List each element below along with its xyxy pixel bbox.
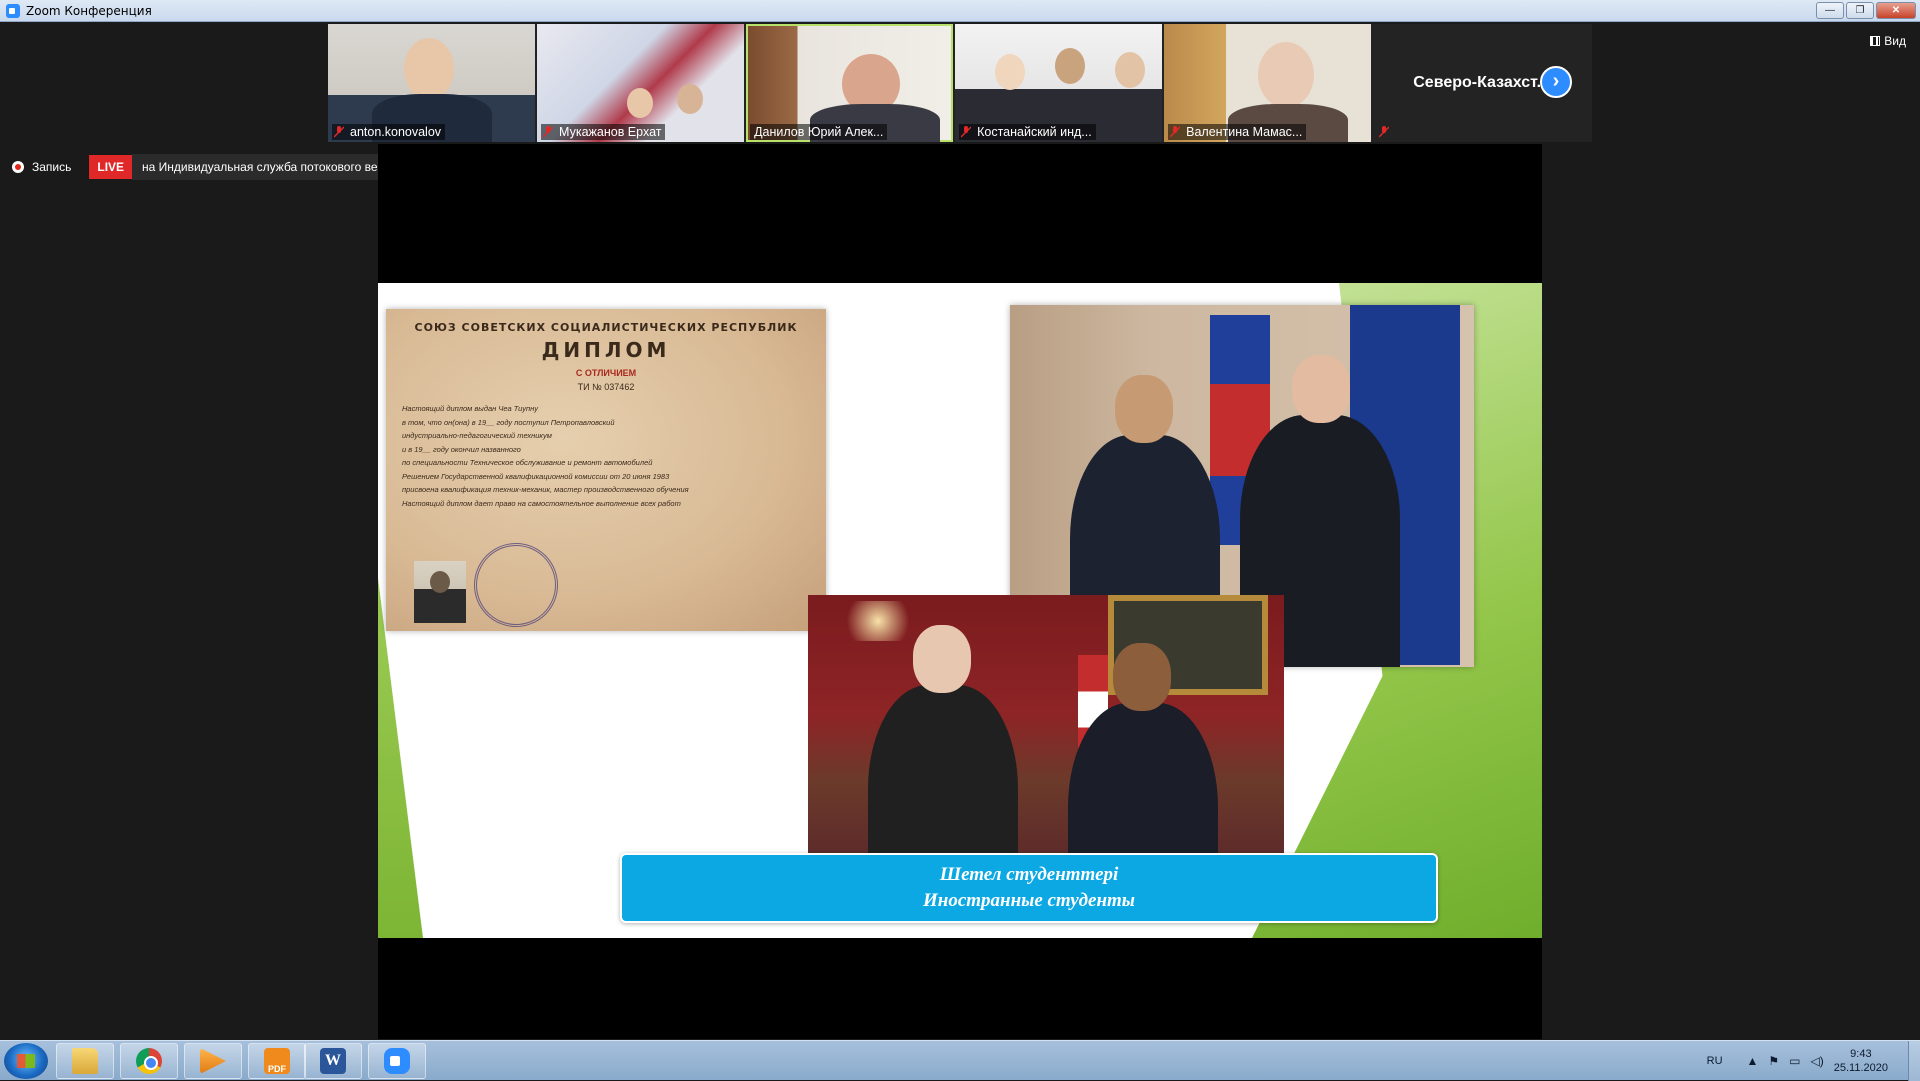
diploma-line: по специальности Техническое обслуживани… [402,458,653,467]
diploma-line: в том, что он(она) в 19__ году поступил … [402,417,615,427]
caption-line-kazakh: Шетел студенттері [939,864,1119,885]
diploma-image: СОЮЗ СОВЕТСКИХ СОЦИАЛИСТИЧЕСКИХ РЕСПУБЛИ… [386,309,826,631]
taskbar-file-explorer[interactable] [56,1043,114,1079]
caption-line-russian: Иностранные студенты [923,890,1135,911]
taskbar-media-player[interactable] [184,1043,242,1079]
participant-name: Мукажанов Ерхат [541,124,666,140]
participant-tile[interactable]: Костанайский инд... [955,24,1163,142]
participant-tile[interactable]: Валентина Мамас... [1164,24,1372,142]
clock[interactable]: 9:43 25.11.2020 [1834,1047,1888,1075]
person-suit [868,625,1018,861]
participant-name: Валентина Мамас... [1168,124,1307,140]
network-icon[interactable]: ▭ [1789,1054,1800,1068]
participant-video [995,54,1026,90]
volume-icon[interactable]: ◁) [1811,1054,1824,1068]
participant-tile[interactable]: anton.konovalov [328,24,536,142]
grid-view-icon [1870,36,1881,46]
mic-muted-icon [1379,126,1390,138]
participant-video-2 [677,84,704,114]
word-icon: W [320,1048,346,1074]
presentation-slide: СОЮЗ СОВЕТСКИХ СОЦИАЛИСТИЧЕСКИХ РЕСПУБЛИ… [378,283,1542,938]
diploma-line: Настоящий диплом выдан Чеа Тиупну [402,404,539,413]
diploma-line: Настоящий диплом дает право на самостоят… [402,498,681,508]
recording-bar: Запись LIVE на Индивидуальная служба пот… [12,154,440,180]
participant-name: Данилов Юрий Алек... [750,124,888,140]
action-center-flag-icon[interactable]: ⚑ [1768,1054,1779,1068]
close-button[interactable]: ✕ [1876,2,1916,19]
live-stream-label: на Индивидуальная служба потокового веща… [142,160,414,174]
window-title-bar: Zoom Конференция — ❐ ✕ [0,0,1920,22]
clock-time: 9:43 [1850,1048,1872,1060]
window-controls: — ❐ ✕ [1816,2,1916,19]
diploma-seal [474,543,558,627]
chrome-icon [136,1048,162,1074]
window-title: Zoom Конференция [26,3,152,18]
folder-icon [72,1048,98,1074]
mic-muted-icon [543,126,554,138]
participant-tile[interactable]: Мукажанов Ерхат [537,24,745,142]
participant-video-3 [1115,52,1146,88]
mic-muted-icon [334,126,344,138]
diploma-number: ТИ № 037462 [577,382,635,392]
diploma-line: индустриально-педагогический техникум [402,431,552,440]
view-button[interactable]: Вид [1870,34,1906,48]
diploma-line: присвоена квалификация техник-механик, м… [402,485,689,494]
diploma-line: и в 19__ году окончил названного [402,444,521,454]
taskbar-zoom[interactable] [368,1043,426,1079]
clock-date: 25.11.2020 [1833,1062,1888,1074]
person-uniform [1068,643,1218,861]
slide-green-decoration-left [378,578,423,938]
participant-video [627,88,654,118]
participant-tile-active-speaker[interactable]: Данилов Юрий Алек... [746,24,954,142]
participant-video-2 [1055,48,1086,84]
zoom-app-icon [6,3,20,18]
gallery-next-page-button[interactable]: › [1540,66,1572,98]
maximize-button[interactable]: ❐ [1846,2,1874,19]
recording-icon [12,161,24,173]
participant-gallery-strip: anton.konovalov Мукажанов Ерхат Данилов … [328,24,1592,142]
diploma-title: ДИПЛОМ [541,338,671,362]
participant-name: Костанайский инд... [959,124,1096,140]
media-player-icon [200,1048,226,1074]
live-badge[interactable]: LIVE [89,155,133,179]
participant-name: Северо-Казахст... [1413,74,1550,91]
windows-taskbar: PDF W RU ▲ ⚑ ▭ ◁) 9:43 25.11.2020 [0,1040,1920,1081]
slide-caption-banner: Шетел студенттері Иностранные студенты [620,853,1438,923]
minimize-button[interactable]: — [1816,2,1844,19]
diploma-portrait-photo [414,561,466,623]
diploma-line: Решением Государственной квалификационно… [402,471,670,481]
taskbar-chrome[interactable] [120,1043,178,1079]
pdf-icon: PDF [264,1048,290,1074]
mic-muted-icon [1170,126,1181,138]
diploma-header: СОЮЗ СОВЕТСКИХ СОЦИАЛИСТИЧЕСКИХ РЕСПУБЛИ… [414,321,798,334]
taskbar-word[interactable]: W [304,1043,362,1079]
zoom-icon [384,1048,410,1074]
show-desktop-button[interactable] [1908,1041,1920,1081]
system-tray: RU ▲ ⚑ ▭ ◁) 9:43 25.11.2020 [1707,1041,1920,1081]
participant-video [1258,42,1315,108]
view-label: Вид [1884,34,1906,48]
mic-muted-icon [961,126,972,138]
participant-video [404,38,454,100]
diploma-text: Настоящий диплом выдан Чеа Тиупну в том,… [402,402,810,510]
tray-expand-icon[interactable]: ▲ [1747,1054,1759,1068]
taskbar-pdf-reader[interactable]: PDF [248,1043,306,1079]
start-button[interactable] [4,1043,48,1079]
participant-name: anton.konovalov [332,124,446,140]
recording-label: Запись [32,160,72,174]
language-indicator[interactable]: RU [1707,1055,1723,1067]
diploma-subtitle: С ОТЛИЧИЕМ [575,368,637,378]
handshake-photo-palace [808,595,1284,861]
